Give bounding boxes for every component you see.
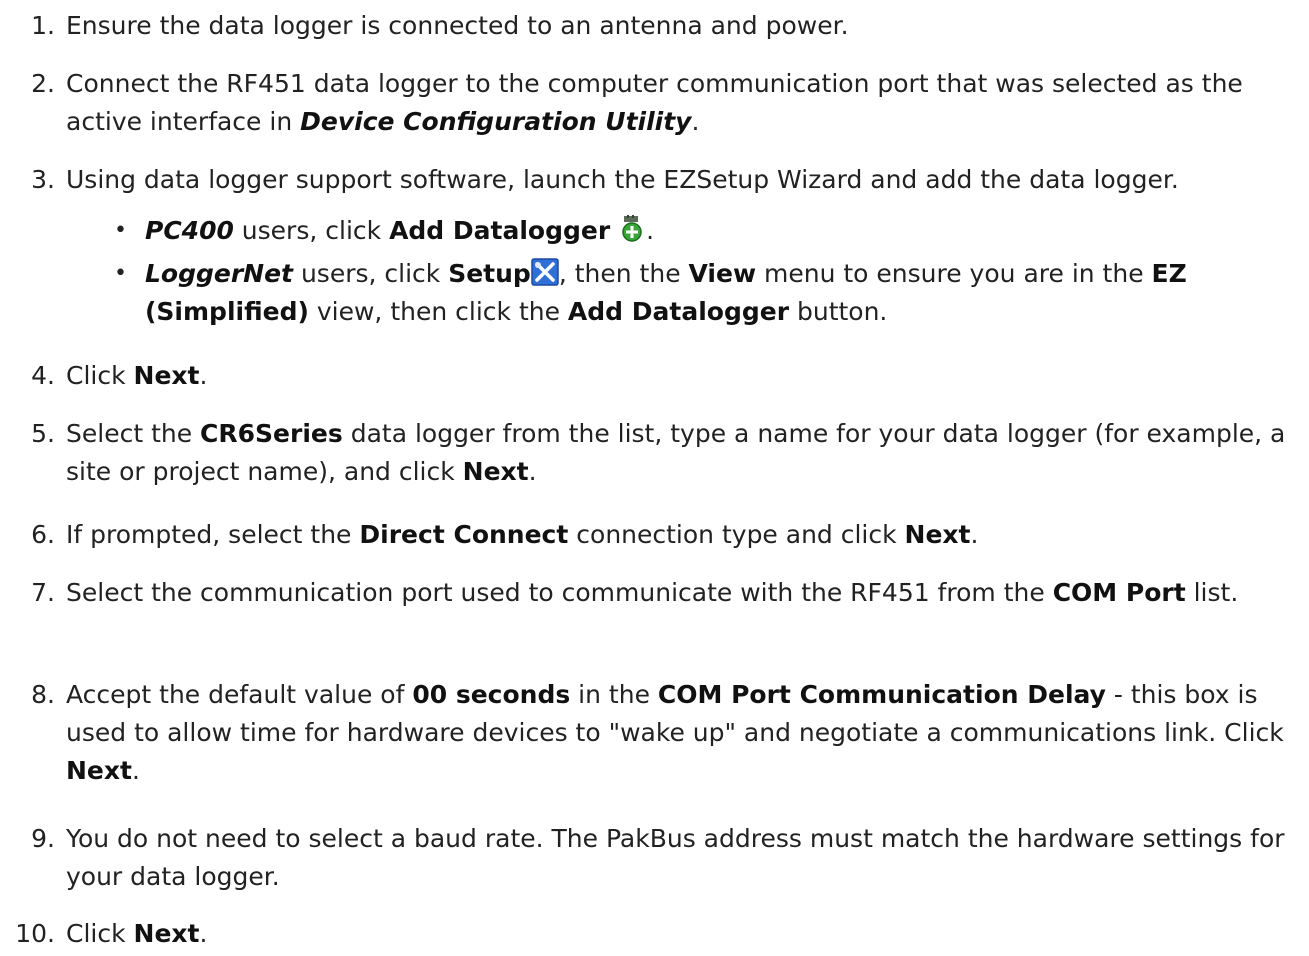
setup-icon[interactable] <box>531 258 559 286</box>
step-number: 5. <box>31 419 55 448</box>
step-number: 2. <box>31 69 55 98</box>
step-text: Accept the default value of 00 seconds i… <box>66 680 1284 785</box>
step-number: 10. <box>15 919 55 948</box>
step-text: Click Next. <box>66 361 208 390</box>
step-text: Select the CR6Series data logger from th… <box>66 419 1286 486</box>
substep-text: PC400 users, click Add Datalogger . <box>145 215 655 245</box>
bullet: • <box>114 261 127 286</box>
step-text: Connect the RF451 data logger to the com… <box>66 69 1243 136</box>
step-text: Click Next. <box>66 919 208 948</box>
utility-name: Device Configuration Utility <box>300 107 692 136</box>
step-text: You do not need to select a baud rate. T… <box>66 824 1285 891</box>
instruction-list: 1. Ensure the data logger is connected t… <box>0 0 1309 956</box>
software-name: PC400 <box>145 216 234 245</box>
step-number: 6. <box>31 520 55 549</box>
step-number: 8. <box>31 680 55 709</box>
step-number: 7. <box>31 578 55 607</box>
step-number: 1. <box>31 11 55 40</box>
step-number: 9. <box>31 824 55 853</box>
step-number: 3. <box>31 165 55 194</box>
software-name: LoggerNet <box>145 259 294 288</box>
step-text: If prompted, select the Direct Connect c… <box>66 520 979 549</box>
step-text: Ensure the data logger is connected to a… <box>66 11 849 40</box>
bullet: • <box>114 218 127 243</box>
substep-text: LoggerNet users, click Setup , then the … <box>145 258 1187 326</box>
step-text: Select the communication port used to co… <box>66 578 1239 607</box>
step-number: 4. <box>31 361 55 390</box>
add-datalogger-icon[interactable] <box>618 215 646 243</box>
step-text: Using data logger support software, laun… <box>66 165 1179 194</box>
